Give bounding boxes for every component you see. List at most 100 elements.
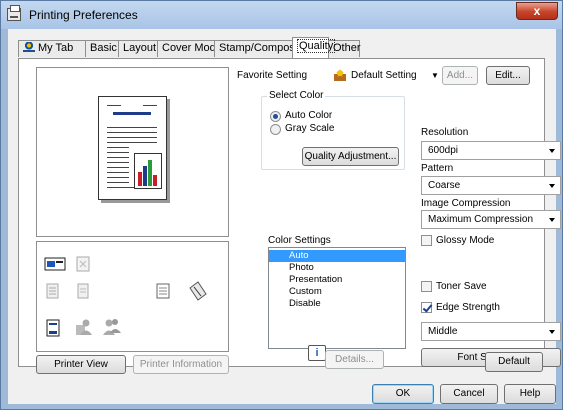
button-label: Edit... bbox=[495, 70, 521, 81]
image-compression-select[interactable]: Maximum Compression bbox=[421, 210, 561, 229]
pattern-label: Pattern bbox=[421, 163, 454, 174]
tab-layout[interactable]: Layout bbox=[118, 40, 158, 57]
add-favorite-button[interactable]: Add... bbox=[442, 66, 478, 85]
tab-label: Cover Mode bbox=[162, 42, 222, 54]
select-color-label: Select Color bbox=[267, 90, 326, 101]
tab-label: Quality bbox=[297, 39, 336, 53]
favorite-settings-icon bbox=[334, 69, 346, 81]
tab-my-tab[interactable]: My Tab bbox=[18, 40, 86, 57]
preview-page-icon bbox=[98, 96, 167, 200]
preview-line bbox=[107, 172, 129, 173]
auto-color-label: Auto Color bbox=[285, 110, 333, 121]
favorite-setting-label: Favorite Setting bbox=[237, 70, 308, 81]
color-settings-label: Color Settings bbox=[268, 235, 331, 246]
tab-label: Layout bbox=[123, 42, 157, 54]
details-button[interactable]: Details... bbox=[325, 350, 384, 369]
tab-basic[interactable]: Basic bbox=[85, 40, 119, 57]
button-label: Printer Information bbox=[139, 359, 223, 370]
toner-save-checkbox[interactable] bbox=[421, 281, 432, 292]
chart-bar bbox=[143, 166, 147, 186]
preview-title-bar bbox=[113, 112, 151, 115]
pattern-select[interactable]: Coarse bbox=[421, 176, 561, 195]
close-button[interactable]: x bbox=[516, 2, 558, 20]
preview-line bbox=[107, 142, 157, 143]
user-group-icon[interactable] bbox=[100, 317, 122, 337]
cancel-button[interactable]: Cancel bbox=[440, 384, 498, 404]
help-button[interactable]: Help bbox=[504, 384, 556, 404]
list-item[interactable]: Auto bbox=[269, 250, 405, 262]
stapled-document-icon[interactable] bbox=[154, 282, 172, 300]
default-button[interactable]: Default bbox=[485, 352, 543, 372]
info-icon[interactable]: i bbox=[308, 345, 326, 361]
edge-strength-label: Edge Strength bbox=[436, 302, 500, 313]
chart-bar bbox=[153, 175, 157, 186]
list-item[interactable]: Disable bbox=[269, 298, 405, 310]
quality-tab-panel: Printer View Printer Information Favorit… bbox=[18, 58, 561, 374]
tray-option-icon[interactable] bbox=[74, 255, 92, 273]
title-bar[interactable]: Printing Preferences x bbox=[1, 1, 562, 29]
list-item[interactable]: Presentation bbox=[269, 274, 405, 286]
list-item[interactable]: Custom bbox=[269, 286, 405, 298]
list-item[interactable]: Photo bbox=[269, 262, 405, 274]
output-tray-icon[interactable] bbox=[74, 282, 92, 300]
chart-bar bbox=[138, 172, 142, 186]
tab-cover-mode[interactable]: Cover Mode bbox=[157, 40, 222, 57]
dialog-client-area: My Tab Basic Layout Cover Mode Stamp/Com… bbox=[8, 29, 561, 404]
favorite-setting-select[interactable]: Default Setting ▼ bbox=[333, 66, 439, 85]
printer-view-button[interactable]: Printer View bbox=[36, 355, 126, 374]
preview-line bbox=[107, 162, 129, 163]
image-compression-label: Image Compression bbox=[421, 198, 511, 209]
preview-line bbox=[107, 182, 129, 183]
printer-main-unit-icon[interactable] bbox=[44, 255, 66, 273]
preview-line bbox=[107, 127, 157, 128]
my-tab-icon bbox=[23, 42, 35, 52]
tab-quality[interactable]: Quality bbox=[292, 37, 336, 58]
preview-line bbox=[107, 152, 129, 153]
finisher-icon[interactable] bbox=[44, 282, 62, 300]
tab-label: Other bbox=[333, 42, 361, 54]
auto-color-radio[interactable] bbox=[270, 111, 281, 122]
button-label: OK bbox=[395, 388, 411, 399]
tab-strip: My Tab Basic Layout Cover Mode Stamp/Com… bbox=[8, 37, 556, 58]
preview-line bbox=[107, 132, 157, 133]
chevron-down-icon: ▼ bbox=[431, 71, 439, 80]
preview-line bbox=[107, 147, 129, 148]
user-account-icon[interactable] bbox=[74, 317, 94, 337]
button-label: Quality Adjustment... bbox=[304, 151, 397, 162]
gray-scale-radio[interactable] bbox=[270, 124, 281, 135]
printing-preferences-window: Printing Preferences x My Tab Basic Layo… bbox=[0, 0, 563, 410]
edge-strength-select[interactable]: Middle bbox=[421, 322, 561, 341]
printer-information-button[interactable]: Printer Information bbox=[133, 355, 229, 374]
edge-strength-checkbox[interactable] bbox=[421, 302, 432, 313]
color-settings-list[interactable]: Auto Photo Presentation Custom Disable bbox=[268, 247, 406, 349]
folded-document-icon[interactable] bbox=[186, 280, 208, 302]
tab-label: My Tab bbox=[38, 42, 74, 54]
bar-chart-icon bbox=[134, 153, 162, 189]
button-label: Details... bbox=[335, 354, 374, 365]
preview-line bbox=[107, 105, 121, 106]
favorite-setting-value: Default Setting bbox=[351, 70, 417, 81]
resolution-label: Resolution bbox=[421, 127, 469, 138]
button-label: Add... bbox=[446, 70, 474, 81]
glossy-mode-label: Glossy Mode bbox=[436, 235, 495, 246]
page-preview bbox=[36, 67, 229, 237]
print-job-icon[interactable] bbox=[44, 319, 62, 337]
preview-line bbox=[107, 137, 157, 138]
quality-adjustment-button[interactable]: Quality Adjustment... bbox=[302, 147, 399, 166]
glossy-mode-checkbox[interactable] bbox=[421, 235, 432, 246]
button-label: Help bbox=[519, 388, 541, 399]
tab-label: Basic bbox=[90, 42, 117, 54]
printer-icon bbox=[7, 5, 21, 21]
button-label: Cancel bbox=[453, 388, 485, 399]
ok-button[interactable]: OK bbox=[372, 384, 434, 404]
toner-save-label: Toner Save bbox=[436, 281, 487, 292]
preview-line bbox=[107, 167, 129, 168]
tab-stamp-composition[interactable]: Stamp/Composition bbox=[214, 40, 315, 57]
preview-line bbox=[107, 177, 129, 178]
resolution-select[interactable]: 600dpi bbox=[421, 141, 561, 160]
gray-scale-label: Gray Scale bbox=[285, 123, 335, 134]
preview-line bbox=[143, 105, 157, 106]
chart-bar bbox=[148, 160, 152, 186]
edit-favorite-button[interactable]: Edit... bbox=[486, 66, 530, 85]
preview-line bbox=[107, 157, 129, 158]
